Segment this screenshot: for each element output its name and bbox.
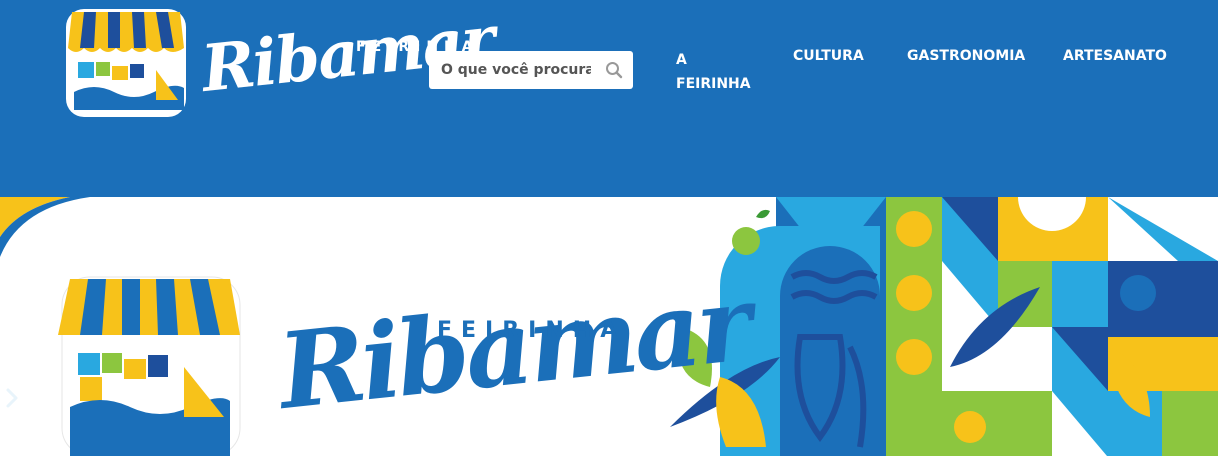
chevron-right-icon[interactable] <box>0 384 24 412</box>
nav-item-cultura[interactable]: CULTURA <box>793 44 864 68</box>
nav-item-artesanato[interactable]: ARTESANATO <box>1063 44 1167 68</box>
nav-item-label: GASTRONOMIA <box>907 48 1026 64</box>
nav-item-label: CULTURA <box>793 48 864 64</box>
nav-item-gastronomia[interactable]: GASTRONOMIA <box>907 44 1025 68</box>
main-nav: A FEIRINHA CULTURA GASTRONOMIA ARTESANAT… <box>0 48 1218 98</box>
hero-word-feirinha: FEIRINHA <box>437 318 627 343</box>
nav-item-a-feirinha[interactable]: A FEIRINHA <box>676 48 751 96</box>
nav-item-label-line2: FEIRINHA <box>676 76 751 92</box>
site-header: FEIRINHA Ribamar A FEIRINHA CULTURA GAST… <box>0 0 1218 197</box>
nav-item-label: ARTESANATO <box>1063 48 1167 64</box>
nav-item-label-line1: A <box>676 52 687 68</box>
hero-stall-icon <box>58 276 241 456</box>
hero-banner: Ribamar FEIRINHA <box>0 197 1218 456</box>
